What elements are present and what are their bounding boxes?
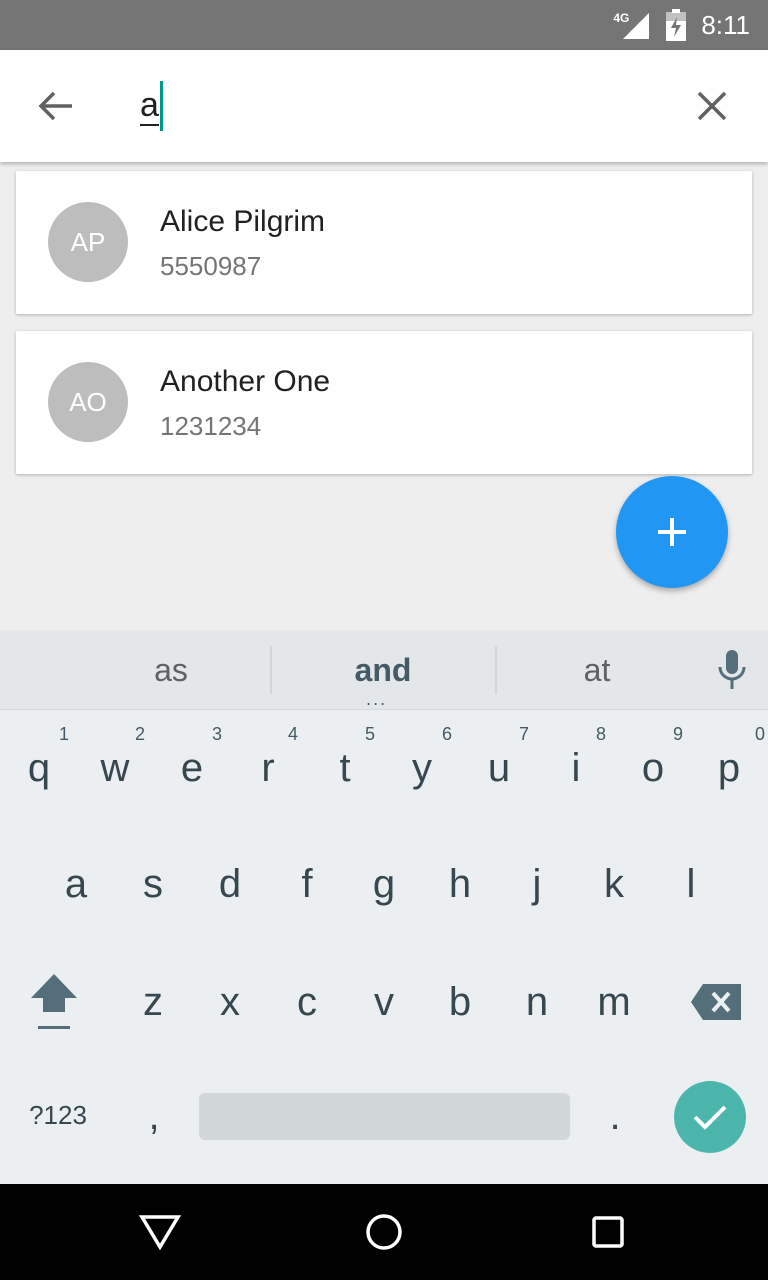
key-t[interactable]: t5 (307, 712, 383, 824)
backspace-icon (691, 984, 741, 1020)
keyboard: q1 w2 e3 r4 t5 y6 u7 i8 o9 p0 a s d f g … (0, 710, 768, 1184)
key-c[interactable]: c (269, 946, 345, 1058)
arrow-back-icon (38, 91, 72, 121)
key-s[interactable]: s (115, 828, 191, 940)
key-l[interactable]: l (653, 828, 729, 940)
home-circle-icon (366, 1214, 402, 1250)
status-time: 8:11 (701, 9, 750, 40)
contact-phone: 1231234 (160, 411, 262, 441)
navigation-bar (0, 1184, 768, 1280)
key-q[interactable]: q1 (1, 712, 77, 824)
key-label: o (641, 745, 665, 790)
key-label: r (261, 745, 275, 790)
key-hint: 2 (134, 724, 145, 744)
nav-home-button[interactable] (360, 1208, 408, 1256)
close-icon (697, 91, 727, 121)
voice-input-button[interactable] (706, 642, 758, 698)
key-d[interactable]: d (192, 828, 268, 940)
key-z[interactable]: z (115, 946, 191, 1058)
avatar: AO (48, 362, 128, 442)
suggestion-strip: as and ... at (0, 630, 768, 710)
search-input[interactable]: a (140, 78, 640, 134)
key-label: i (571, 745, 581, 790)
key-i[interactable]: i8 (538, 712, 614, 824)
key-y[interactable]: y6 (384, 712, 460, 824)
add-contact-button[interactable] (616, 476, 728, 588)
contact-phone: 5550987 (160, 251, 262, 281)
key-hint: 6 (441, 724, 452, 744)
key-o[interactable]: o9 (615, 712, 691, 824)
comma-key[interactable]: , (116, 1060, 192, 1172)
back-button[interactable] (28, 82, 84, 130)
signal-icon: 4G (613, 9, 651, 41)
mic-icon (718, 650, 746, 689)
status-bar: 4G 8:11 (0, 0, 768, 50)
contact-name: Alice Pilgrim (160, 205, 326, 238)
key-u[interactable]: u7 (461, 712, 537, 824)
space-key[interactable] (199, 1093, 570, 1140)
key-label: e (180, 745, 204, 790)
key-j[interactable]: j (499, 828, 575, 940)
period-key[interactable]: . (577, 1060, 653, 1172)
key-hint: 3 (211, 724, 222, 744)
avatar: AP (48, 202, 128, 282)
key-e[interactable]: e3 (154, 712, 230, 824)
key-hint: 8 (595, 724, 606, 744)
suggestion-as[interactable]: as (60, 630, 282, 710)
key-hint: 1 (58, 724, 69, 744)
more-suggestions-indicator: ... (366, 690, 388, 709)
backspace-key[interactable] (668, 946, 764, 1058)
key-w[interactable]: w2 (77, 712, 153, 824)
enter-key[interactable] (674, 1081, 746, 1153)
nav-recents-button[interactable] (584, 1208, 632, 1256)
suggestion-at[interactable]: at (497, 630, 697, 710)
key-h[interactable]: h (422, 828, 498, 940)
clear-search-button[interactable] (688, 82, 736, 130)
recents-square-icon (592, 1216, 624, 1248)
key-x[interactable]: x (192, 946, 268, 1058)
key-k[interactable]: k (576, 828, 652, 940)
key-label: y (412, 745, 432, 790)
key-hint: 4 (287, 724, 298, 744)
nav-back-button[interactable] (136, 1208, 184, 1256)
contact-card[interactable]: AP Alice Pilgrim 5550987 (16, 171, 752, 314)
key-p[interactable]: p0 (691, 712, 767, 824)
key-a[interactable]: a (38, 828, 114, 940)
check-icon (693, 1105, 727, 1130)
search-query: a (140, 86, 159, 126)
symbols-key[interactable]: ?123 (8, 1070, 108, 1160)
key-r[interactable]: r4 (230, 712, 306, 824)
add-icon (658, 518, 686, 546)
search-bar: a (0, 50, 768, 162)
key-hint: 9 (672, 724, 683, 744)
key-hint: 0 (754, 724, 765, 744)
status-icons: 4G 8:11 (613, 8, 750, 42)
key-label: t (339, 745, 351, 790)
shift-icon (31, 974, 77, 1029)
key-label: q (27, 745, 51, 790)
key-label: w (100, 745, 130, 790)
network-type: 4G (613, 11, 630, 25)
key-n[interactable]: n (499, 946, 575, 1058)
key-hint: 5 (364, 724, 375, 744)
key-label: p (717, 745, 741, 790)
key-label: u (487, 745, 511, 790)
key-m[interactable]: m (576, 946, 652, 1058)
back-triangle-icon (139, 1215, 181, 1250)
key-g[interactable]: g (346, 828, 422, 940)
key-hint: 7 (518, 724, 529, 744)
contact-card[interactable]: AO Another One 1231234 (16, 331, 752, 474)
contact-name: Another One (160, 365, 331, 398)
key-f[interactable]: f (269, 828, 345, 940)
text-caret (159, 81, 163, 131)
battery-icon (665, 9, 687, 41)
key-b[interactable]: b (422, 946, 498, 1058)
key-v[interactable]: v (346, 946, 422, 1058)
shift-key[interactable] (6, 946, 102, 1058)
